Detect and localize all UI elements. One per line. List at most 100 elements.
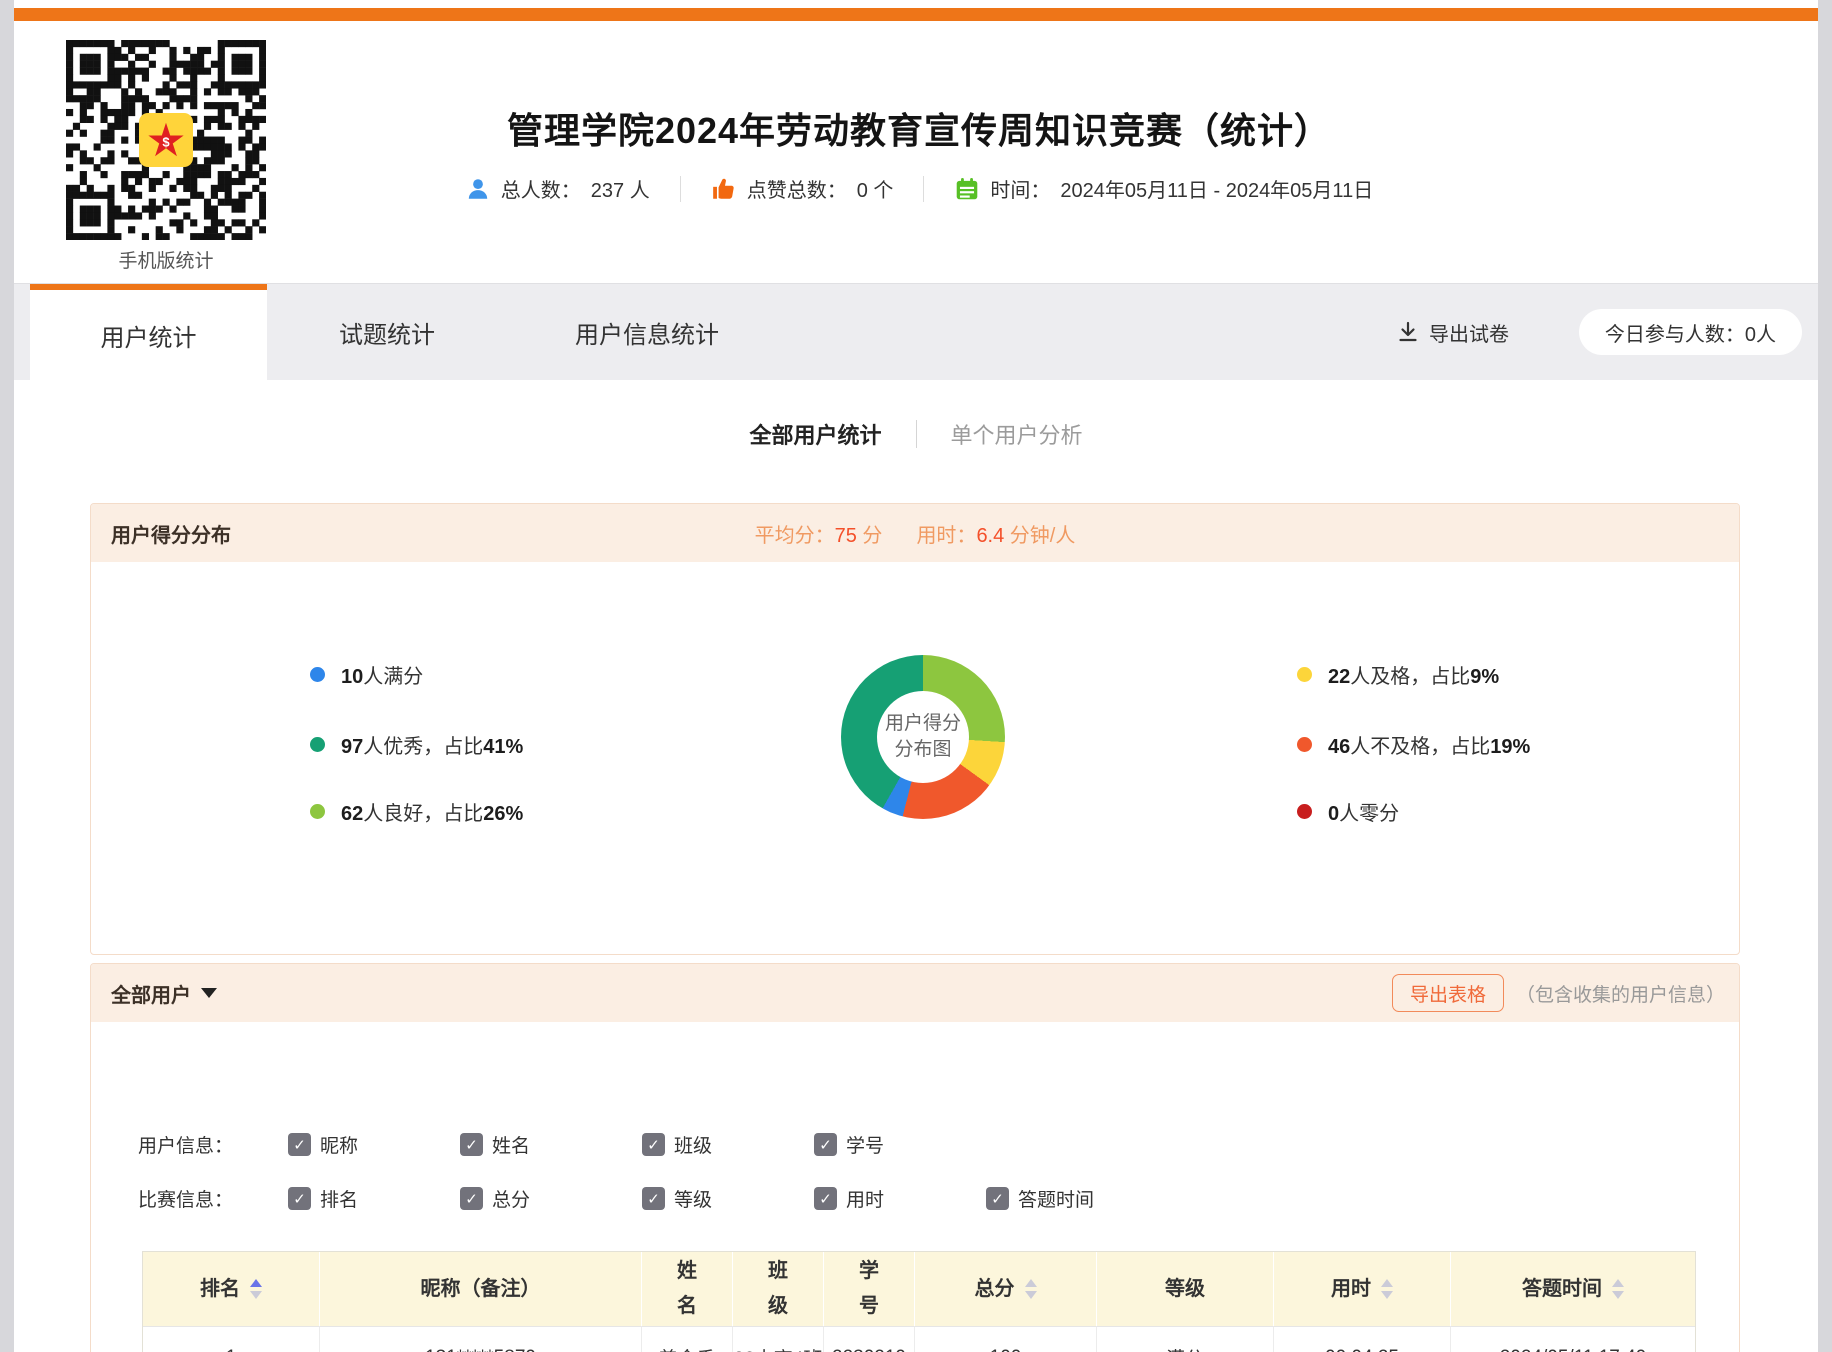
cell-duration: 00:04:25 [1273,1326,1450,1352]
likes-value: 0 个 [857,174,894,203]
total-users-value: 237 人 [591,174,650,203]
donut-center-label: 用户得分 分布图 [877,691,969,783]
sort-icon[interactable] [1612,1279,1624,1299]
filter-nickname[interactable]: ✓昵称 [288,1131,358,1158]
checkbox-checked[interactable]: ✓ [288,1187,311,1210]
score-panel-summary: 平均分：75 分 用时：6.4 分钟/人 [755,504,1076,562]
column-rank[interactable]: 排名 [143,1252,319,1326]
legend-dot [310,804,325,819]
sort-icon[interactable] [250,1279,262,1299]
filter-name[interactable]: ✓姓名 [460,1131,530,1158]
filter-duration[interactable]: ✓用时 [814,1185,884,1212]
download-icon [1396,320,1420,344]
filter-answer-time[interactable]: ✓答题时间 [986,1185,1094,1212]
filter-rank[interactable]: ✓排名 [288,1185,358,1212]
calendar-icon [954,176,980,202]
star-logo-icon: ★ $ [139,113,193,167]
score-donut-chart[interactable]: 用户得分 分布图 [841,655,1005,819]
export-paper-button[interactable]: 导出试卷 [1396,284,1509,380]
table-row: 1 131*****5879 姜金香 22电商4班 2230219 100 满分… [143,1326,1695,1352]
divider [680,176,681,202]
cell-answer-time: 2024/05/11 17:40 [1450,1326,1695,1352]
cell-total-score: 100 [914,1326,1096,1352]
filter-grade[interactable]: ✓等级 [642,1185,712,1212]
column-nickname: 昵称（备注） [319,1252,641,1326]
export-note: （包含收集的用户信息） [1516,980,1725,1007]
subtab-single-user[interactable]: 单个用户分析 [951,418,1083,450]
average-score: 平均分：75 分 [755,519,883,548]
legend-text: 46人不及格，占比19% [1328,730,1530,759]
legend-item: 62人良好，占比26% [310,797,523,826]
users-panel-title[interactable]: 全部用户 [111,979,191,1008]
checkbox-checked[interactable]: ✓ [460,1187,483,1210]
tab-user-stats[interactable]: 用户统计 [30,284,267,380]
score-distribution-panel: 用户得分分布 平均分：75 分 用时：6.4 分钟/人 10人满分 97人优秀，… [90,503,1740,955]
checkbox-checked[interactable]: ✓ [288,1133,311,1156]
user-info-filter-label: 用户信息： [138,1131,233,1158]
cell-student-id: 2230219 [823,1326,914,1352]
cell-name: 姜金香 [641,1326,732,1352]
subtab-all-users[interactable]: 全部用户统计 [749,418,881,450]
time-range-label: 时间： [990,174,1050,203]
total-users-label: 总人数： [501,174,581,203]
total-users-stat: 总人数： 237 人 [465,174,650,203]
thumb-up-icon [711,176,737,202]
filter-total-score[interactable]: ✓总分 [460,1185,530,1212]
export-paper-label: 导出试卷 [1429,318,1509,347]
contest-info-filter-label: 比赛信息： [138,1185,233,1212]
legend-dot [1297,804,1312,819]
legend-text: 10人满分 [341,660,423,689]
legend-dot [310,737,325,752]
legend-text: 97人优秀，占比41% [341,730,523,759]
tab-user-info-stats[interactable]: 用户信息统计 [507,284,787,380]
checkbox-checked[interactable]: ✓ [642,1187,665,1210]
checkbox-checked[interactable]: ✓ [814,1133,837,1156]
today-participants-badge: 今日参与人数：0人 [1579,309,1802,355]
brand-top-bar [14,8,1818,21]
sort-icon[interactable] [1381,1279,1393,1299]
column-name: 姓 名 [641,1252,732,1326]
time-per-person: 用时：6.4 分钟/人 [916,519,1075,548]
column-student-id: 学 号 [823,1252,914,1326]
column-duration[interactable]: 用时 [1273,1252,1450,1326]
legend-dot [1297,667,1312,682]
divider [923,176,924,202]
page: ★ $ 手机版统计 管理学院2024年劳动教育宣传周知识竞赛（统计） 总人数：2… [0,0,1832,1352]
qr-code: ★ $ [66,40,266,240]
score-panel-header: 用户得分分布 平均分：75 分 用时：6.4 分钟/人 [91,504,1739,562]
person-icon [465,176,491,202]
checkbox-checked[interactable]: ✓ [460,1133,483,1156]
users-panel-header: 全部用户 导出表格 （包含收集的用户信息） [91,964,1739,1022]
qr-caption: 手机版统计 [66,246,266,273]
checkbox-checked[interactable]: ✓ [642,1133,665,1156]
column-answer-time[interactable]: 答题时间 [1450,1252,1695,1326]
filter-class[interactable]: ✓班级 [642,1131,712,1158]
cell-grade: 满分 [1096,1326,1273,1352]
table-header-row: 排名 昵称（备注） 姓 名 班 级 学 号 总分 等级 用时 答题时间 [143,1252,1695,1326]
time-range-value: 2024年05月11日 - 2024年05月11日 [1060,174,1373,203]
likes-label: 点赞总数： [747,174,847,203]
content-card: ★ $ 手机版统计 管理学院2024年劳动教育宣传周知识竞赛（统计） 总人数：2… [14,0,1818,1352]
column-total-score[interactable]: 总分 [914,1252,1096,1326]
legend-text: 62人良好，占比26% [341,797,523,826]
divider [916,420,917,448]
header-stats: 总人数： 237 人 点赞总数： 0 个 时间： 2024年05月11日 - 2024… [304,174,1534,203]
caret-down-icon[interactable] [201,988,217,998]
filter-student-id[interactable]: ✓学号 [814,1131,884,1158]
sort-icon[interactable] [1025,1279,1037,1299]
legend-item: 97人优秀，占比41% [310,730,523,759]
export-table-button[interactable]: 导出表格 [1392,974,1504,1012]
legend-text: 22人及格，占比9% [1328,660,1499,689]
column-grade: 等级 [1096,1252,1273,1326]
tab-question-stats[interactable]: 试题统计 [267,284,507,380]
checkbox-checked[interactable]: ✓ [986,1187,1009,1210]
sub-tabs: 全部用户统计 单个用户分析 [14,418,1818,450]
checkbox-checked[interactable]: ✓ [814,1187,837,1210]
legend-text: 0人零分 [1328,797,1399,826]
time-range-stat: 时间： 2024年05月11日 - 2024年05月11日 [954,174,1373,203]
cell-nickname: 131*****5879 [319,1326,641,1352]
score-panel-title: 用户得分分布 [111,519,231,548]
legend-item: 22人及格，占比9% [1297,660,1499,689]
legend-item: 0人零分 [1297,797,1399,826]
legend-dot [1297,737,1312,752]
